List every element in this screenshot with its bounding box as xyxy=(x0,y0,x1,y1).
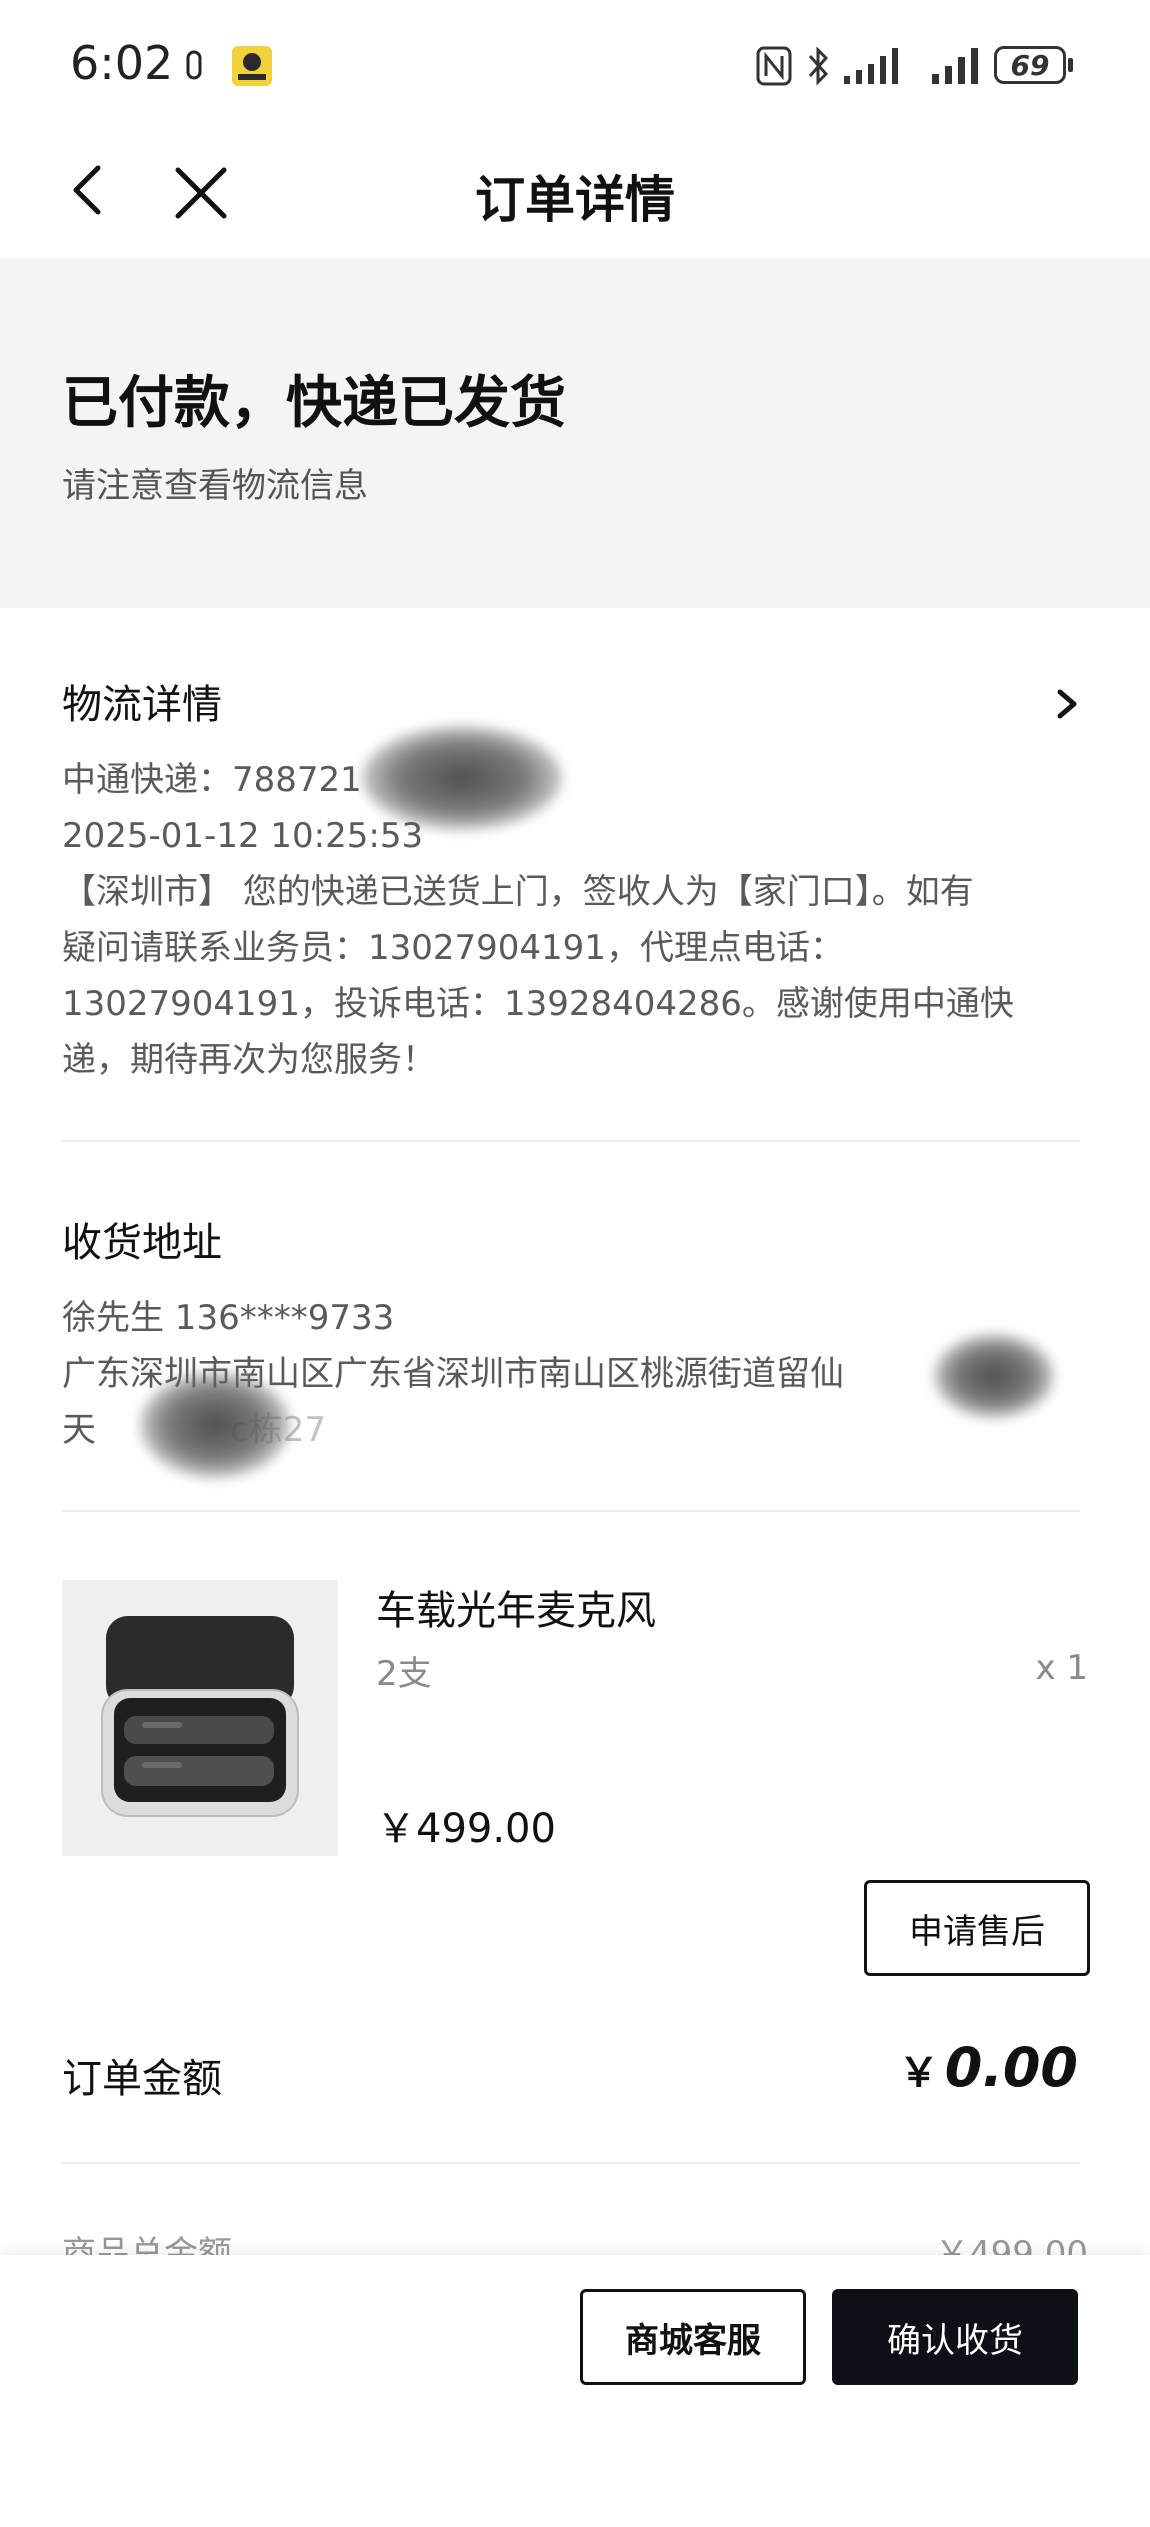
redaction-scribble xyxy=(934,1334,1054,1418)
bottom-action-bar: 商城客服 确认收货 xyxy=(0,2255,1150,2527)
logistics-title: 物流详情 xyxy=(62,682,222,728)
address-title: 收货地址 xyxy=(62,1220,222,1266)
after-sales-button[interactable]: 申请售后 xyxy=(864,1880,1090,1976)
redaction-scribble xyxy=(140,1372,290,1478)
divider xyxy=(62,1510,1080,1512)
address-line: 天 xyxy=(62,1410,96,1450)
confirm-receipt-button[interactable]: 确认收货 xyxy=(832,2289,1078,2385)
microphone-case-image xyxy=(101,1616,299,1817)
bluetooth-icon xyxy=(808,46,829,86)
logistics-message-line: 疑问请联系业务员：13027904191，代理点电话： xyxy=(62,928,844,968)
signal-icon-2 xyxy=(932,48,978,84)
divider xyxy=(62,1140,1080,1142)
nfc-icon xyxy=(756,46,792,86)
logistics-message-line: 13027904191，投诉电话：13928404286。感谢使用中通快 xyxy=(62,984,1014,1024)
logistics-timestamp: 2025-01-12 10:25:53 xyxy=(62,816,424,856)
status-time: 6:02 xyxy=(70,36,174,90)
notification-app-icon xyxy=(232,46,272,86)
address-recipient: 徐先生 136****9733 xyxy=(62,1298,395,1338)
order-status-subtitle: 请注意查看物流信息 xyxy=(62,466,368,506)
order-detail-page: 6:02 69 订单详情 已付款，快递已发货 请注意查看物流信息 物流详情 中通… xyxy=(0,0,1150,2527)
signal-icon xyxy=(844,48,898,84)
page-title: 订单详情 xyxy=(475,171,675,229)
logistics-tracking: 中通快递：788721 xyxy=(62,760,362,800)
nav-bar: 订单详情 xyxy=(0,130,1150,258)
battery-tip xyxy=(1068,58,1073,72)
logistics-message-line: 【深圳市】 您的快递已送货上门，签收人为【家门口】。如有 xyxy=(62,872,974,912)
customer-service-button[interactable]: 商城客服 xyxy=(580,2289,806,2385)
product-price: ￥499.00 xyxy=(376,1806,556,1852)
divider xyxy=(62,2162,1080,2164)
order-amount-label: 订单金额 xyxy=(62,2056,222,2102)
product-name: 车载光年麦克风 xyxy=(376,1588,656,1634)
product-quantity: x 1 xyxy=(1035,1648,1088,1688)
product-spec: 2支 xyxy=(376,1654,432,1694)
order-status-title: 已付款，快递已发货 xyxy=(62,371,566,436)
order-amount-currency: ￥ xyxy=(898,2050,939,2096)
order-amount-value: 0.00 xyxy=(944,2036,1078,2099)
order-status-banner: 已付款，快递已发货 请注意查看物流信息 xyxy=(0,258,1150,608)
order-amount: ￥ 0.00 xyxy=(899,2036,1078,2099)
notification-dot-icon xyxy=(186,50,202,80)
status-bar: 6:02 69 xyxy=(0,0,1150,130)
battery-icon: 69 xyxy=(994,46,1066,84)
chevron-right-icon[interactable] xyxy=(1052,684,1082,724)
battery-level: 69 xyxy=(1010,48,1050,82)
product-image[interactable] xyxy=(62,1580,338,1856)
logistics-message-line: 递，期待再次为您服务！ xyxy=(62,1040,436,1080)
